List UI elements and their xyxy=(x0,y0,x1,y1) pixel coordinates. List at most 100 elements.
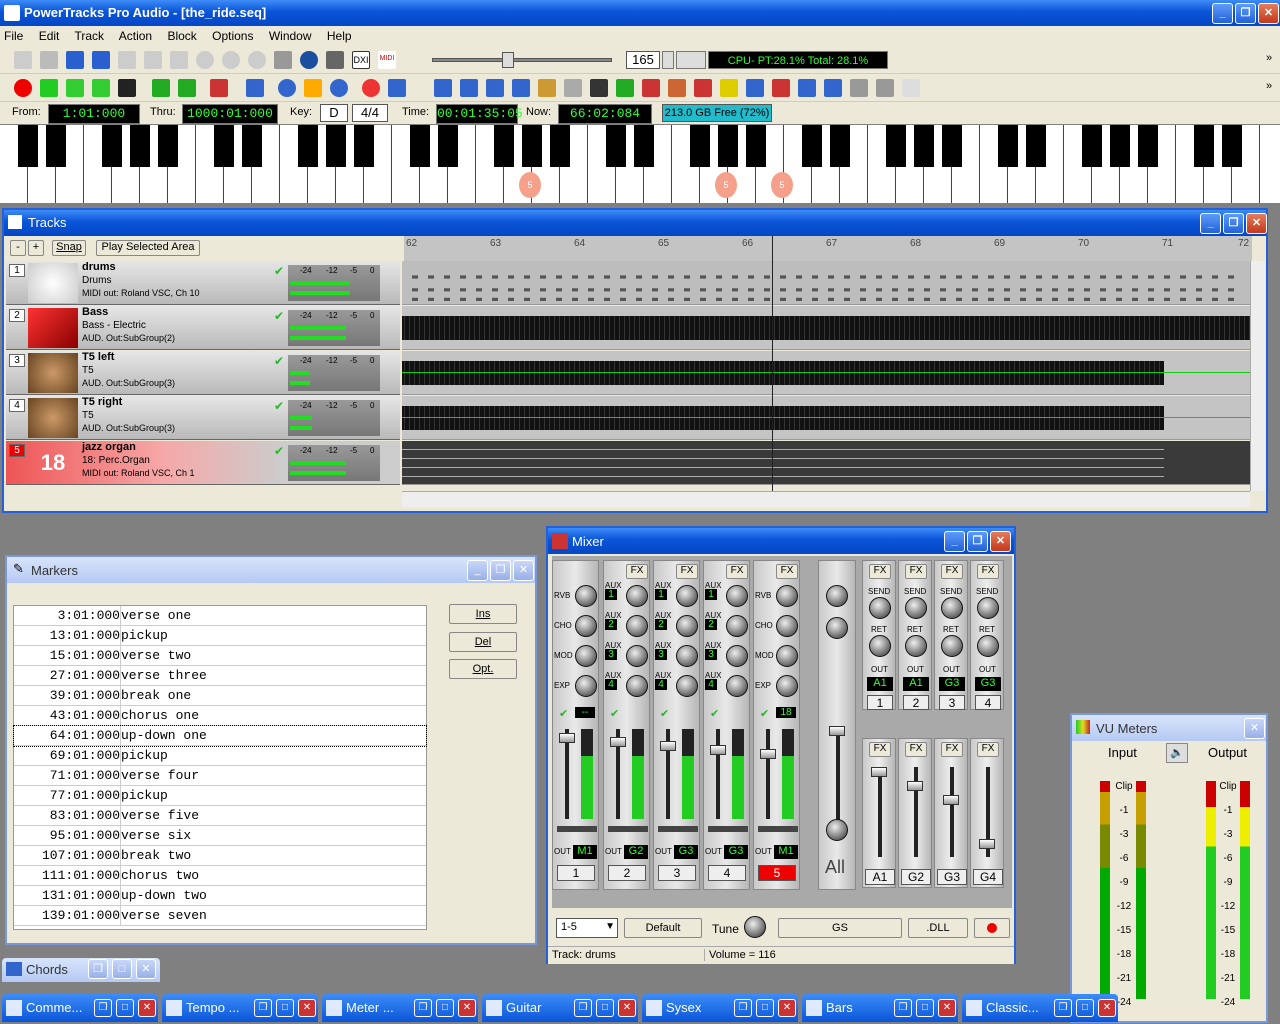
send-knob[interactable] xyxy=(869,597,891,619)
fx-button[interactable]: FX xyxy=(626,564,648,579)
gear-icon[interactable] xyxy=(248,51,266,69)
track-row[interactable]: 3 T5 left T5 AUD. Out:SubGroup(3) ✔ -24 … xyxy=(6,351,400,395)
maximize-icon[interactable]: □ xyxy=(596,999,614,1017)
piano-black-key[interactable] xyxy=(438,125,458,167)
piano-black-key[interactable] xyxy=(46,125,66,167)
chords-maximize-button[interactable]: □ xyxy=(112,959,132,979)
key-field[interactable]: D xyxy=(320,104,348,122)
group-fader-knob[interactable] xyxy=(871,767,887,777)
tempo-field[interactable]: 165 xyxy=(626,51,660,69)
markers-minimize-button[interactable]: _ xyxy=(467,560,488,581)
minimized-window[interactable]: Comme... ❐ □ ✕ xyxy=(2,994,158,1022)
rec-mode-icon[interactable] xyxy=(362,79,380,97)
send-knob[interactable] xyxy=(977,597,999,619)
zoom-in-button[interactable]: + xyxy=(28,240,44,256)
channel-number[interactable]: 3 xyxy=(658,865,696,881)
minimized-window[interactable]: Sysex ❐ □ ✕ xyxy=(642,994,798,1022)
default-button[interactable]: Default xyxy=(624,918,702,938)
markers-maximize-button[interactable]: ❐ xyxy=(490,560,511,581)
maximize-button[interactable]: ❐ xyxy=(1235,3,1256,24)
group-number[interactable]: 3 xyxy=(939,695,965,710)
copy-icon[interactable] xyxy=(144,51,162,69)
restore-icon[interactable]: ❐ xyxy=(414,999,432,1017)
channel-out[interactable]: G2 xyxy=(624,845,648,859)
chevron-down-icon[interactable]: ▼ xyxy=(605,921,615,932)
piano-black-key[interactable] xyxy=(1194,125,1214,167)
master-fader-knob[interactable] xyxy=(829,726,845,736)
maximize-icon[interactable]: □ xyxy=(116,999,134,1017)
mixer-knob[interactable] xyxy=(626,675,648,697)
checkmark-icon[interactable]: ✔ xyxy=(559,707,568,720)
record-arm-button[interactable] xyxy=(974,918,1010,938)
mixer-knob[interactable] xyxy=(575,645,597,667)
fx-button[interactable]: FX xyxy=(905,564,927,579)
piano-roll-icon[interactable] xyxy=(460,79,478,97)
notation-icon[interactable] xyxy=(434,79,452,97)
marker-row[interactable]: 15:01:000verse two xyxy=(14,646,426,666)
metronome-icon[interactable] xyxy=(850,79,868,97)
group-fader-knob[interactable] xyxy=(907,781,923,791)
mixer-minimize-button[interactable]: _ xyxy=(944,531,965,552)
marker-row[interactable]: 3:01:000verse one xyxy=(14,606,426,626)
mixer-knob[interactable] xyxy=(626,615,648,637)
mixer-knob[interactable] xyxy=(676,615,698,637)
fader-knob[interactable] xyxy=(710,745,726,755)
marker-row[interactable]: 139:01:000verse seven xyxy=(14,906,426,926)
mixer-knob[interactable] xyxy=(776,675,798,697)
fx-button[interactable]: FX xyxy=(726,564,748,579)
restore-icon[interactable]: ❐ xyxy=(894,999,912,1017)
piano-black-key[interactable] xyxy=(1222,125,1242,167)
punch-icon[interactable] xyxy=(388,79,406,97)
paste-icon[interactable] xyxy=(170,51,188,69)
position-slider[interactable] xyxy=(432,58,612,62)
piano-black-key[interactable] xyxy=(886,125,906,167)
thru-field[interactable]: 1000:01:000 xyxy=(182,104,278,124)
close-icon[interactable]: ✕ xyxy=(618,999,636,1017)
restore-icon[interactable]: ❐ xyxy=(94,999,112,1017)
group-number[interactable]: 1 xyxy=(867,695,893,710)
cut-icon[interactable] xyxy=(118,51,136,69)
track-lane-midi[interactable] xyxy=(402,261,1250,305)
group-out[interactable]: G3 xyxy=(975,677,1001,691)
zoom-out-button[interactable]: - xyxy=(10,240,26,256)
marker-row[interactable]: 83:01:000verse five xyxy=(14,806,426,826)
markers-list[interactable]: 3:01:000verse one 13:01:000pickup 15:01:00… xyxy=(13,605,427,930)
fader-knob[interactable] xyxy=(660,741,676,751)
pan-slider[interactable] xyxy=(658,826,698,832)
all-label[interactable]: All xyxy=(825,857,845,878)
piano-black-key[interactable] xyxy=(1082,125,1102,167)
group-number[interactable]: 4 xyxy=(975,695,1001,710)
markers-close-button[interactable]: ✕ xyxy=(513,560,534,581)
piano-black-key[interactable] xyxy=(634,125,654,167)
checkmark-icon[interactable]: ✔ xyxy=(274,444,284,458)
fx-button[interactable]: FX xyxy=(676,564,698,579)
wave-icon[interactable] xyxy=(616,79,634,97)
open-icon[interactable] xyxy=(40,51,58,69)
marker-row[interactable]: 39:01:000break one xyxy=(14,686,426,706)
piano-black-key[interactable] xyxy=(298,125,318,167)
master-knob[interactable] xyxy=(826,585,848,607)
mixer-knob[interactable] xyxy=(726,615,748,637)
return-knob[interactable] xyxy=(905,635,927,657)
piano-black-key[interactable] xyxy=(130,125,150,167)
tempo-icon[interactable] xyxy=(876,79,894,97)
master-fader-track[interactable] xyxy=(836,729,840,829)
checkmark-icon[interactable]: ✔ xyxy=(610,707,619,720)
fx-button[interactable]: FX xyxy=(869,742,891,757)
tempo-spinner[interactable] xyxy=(662,51,674,69)
checkmark-icon[interactable]: ✔ xyxy=(660,707,669,720)
lyrics-icon[interactable] xyxy=(798,79,816,97)
maximize-icon[interactable]: □ xyxy=(436,999,454,1017)
pan-slider[interactable] xyxy=(608,826,648,832)
piano-black-key[interactable] xyxy=(1026,125,1046,167)
timesig-field[interactable]: 4/4 xyxy=(352,104,388,122)
chords-restore-button[interactable]: ❐ xyxy=(88,959,108,979)
vu-close-button[interactable]: ✕ xyxy=(1244,718,1265,739)
mixer-knob[interactable] xyxy=(776,645,798,667)
maximize-icon[interactable]: □ xyxy=(1076,999,1094,1017)
channel-out[interactable]: G3 xyxy=(674,845,698,859)
fader-track[interactable] xyxy=(716,729,720,819)
bar-ruler[interactable]: 62 63 64 65 66 67 68 69 70 71 72 xyxy=(404,236,1252,262)
piano-black-key[interactable] xyxy=(606,125,626,167)
piano-black-key[interactable] xyxy=(914,125,934,167)
